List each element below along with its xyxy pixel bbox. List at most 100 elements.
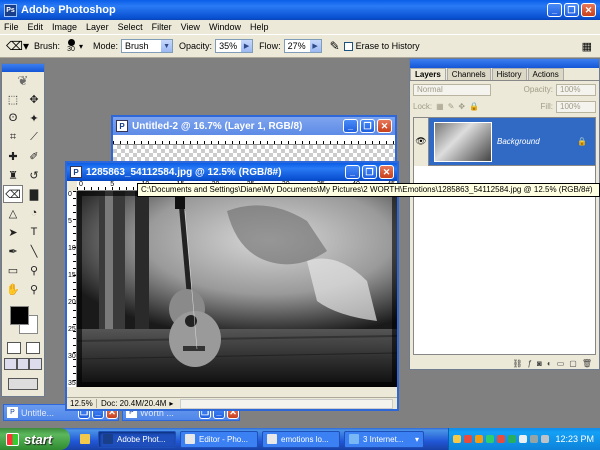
tab-layers[interactable]: Layers [410,68,446,80]
color-swatches[interactable] [4,302,42,336]
layer-opacity-field[interactable]: 100% [556,83,596,96]
eraser-preset-icon[interactable]: ⌫▾ [6,39,29,53]
brush-tool-icon[interactable]: ✐ [24,147,44,165]
eraser-tool-icon[interactable]: ⌫ [3,185,23,203]
lock-move-icon[interactable]: ✥ [458,102,465,111]
menu-window[interactable]: Window [209,22,241,32]
tray-icon[interactable] [530,435,539,443]
line-tool-icon[interactable]: ╲ [24,242,44,260]
quick-launch-icon[interactable] [80,434,90,444]
lock-transparent-icon[interactable]: ▦ [436,102,444,111]
lock-all-icon[interactable]: 🔒 [469,102,479,111]
menu-layer[interactable]: Layer [86,22,109,32]
adjustment-icon[interactable]: ◐ [547,359,552,368]
type-tool-icon[interactable]: T [24,223,44,241]
screen-mode-2-icon[interactable] [16,358,30,370]
doc-restore-button[interactable]: ❐ [362,165,377,179]
chevron-right-icon[interactable]: ▸ [166,399,176,408]
blur-tool-icon[interactable]: △ [3,204,23,222]
quick-mask-icon[interactable] [25,342,40,354]
tab-actions[interactable]: Actions [527,68,564,80]
doc-close-button[interactable]: ✕ [377,119,392,133]
menu-filter[interactable]: Filter [152,22,172,32]
path-select-icon[interactable]: ➤ [3,223,23,241]
taskbar-editor[interactable]: Editor - Pho... [180,430,258,448]
minimize-button[interactable]: _ [547,3,562,17]
slice-tool-icon[interactable]: ⟋ [24,128,44,146]
zoom-tool-icon[interactable]: ⚲ [24,280,44,298]
palette-well-icon[interactable]: ▦ [582,40,592,53]
tray-icon[interactable] [519,435,528,443]
start-button[interactable]: start [0,428,70,450]
photo-canvas[interactable] [77,191,397,387]
close-button[interactable]: ✕ [581,3,596,17]
feather-icon[interactable]: ❦ [2,72,44,90]
airbrush-icon[interactable]: ✎ [330,39,340,53]
taskbar-photoshop[interactable]: Adobe Phot... [98,430,176,448]
erase-history-checkbox[interactable] [343,41,353,51]
app-titlebar[interactable]: Ps Adobe Photoshop _ ❐ ✕ [0,0,600,20]
dodge-tool-icon[interactable]: ◔ [24,204,44,222]
notes-tool-icon[interactable]: ▭ [3,261,23,279]
tray-icon[interactable] [497,435,506,443]
link-icon[interactable]: ⛓ [512,359,522,368]
doc-close-button[interactable]: ✕ [379,165,394,179]
mode-select[interactable]: Brush ▼ [121,39,174,53]
folder-icon[interactable]: ▭ [557,359,565,368]
hand-tool-icon[interactable]: ✋ [3,280,23,298]
menu-select[interactable]: Select [118,22,143,32]
healing-brush-icon[interactable]: ✚ [3,147,23,165]
pen-tool-icon[interactable]: ✒ [3,242,23,260]
menu-edit[interactable]: Edit [28,22,44,32]
lasso-tool-icon[interactable]: ʘ [3,109,23,127]
screen-mode-1-icon[interactable] [4,358,17,370]
panel-grip[interactable] [410,59,599,68]
menu-file[interactable]: File [4,22,19,32]
tab-history[interactable]: History [491,68,527,80]
new-layer-icon[interactable]: ▢ [569,359,577,368]
zoom-level[interactable]: 12.5% [67,399,97,408]
brush-preset-picker[interactable]: 30 [63,39,79,53]
opacity-field[interactable]: 35% ▶ [215,39,254,53]
trash-icon[interactable]: 🗑 [582,359,592,368]
marquee-tool-icon[interactable]: ⬚ [3,90,23,108]
layer-row-background[interactable]: 👁 Background 🔒 [414,117,595,166]
menu-help[interactable]: Help [250,22,269,32]
eye-icon[interactable]: 👁 [414,117,429,166]
toolbox-grip[interactable] [2,64,44,72]
doc-minimize-button[interactable]: _ [343,119,358,133]
tray-icon[interactable] [464,435,473,443]
document-titlebar[interactable]: P 1285863_54112584.jpg @ 12.5% (RGB/8#) … [67,163,397,181]
doc-restore-button[interactable]: ❐ [360,119,375,133]
clock[interactable]: 12:23 PM [555,434,594,444]
crop-tool-icon[interactable]: ⌗ [3,128,23,146]
taskbar-internet[interactable]: 3 Internet... ▾ [344,430,424,448]
tray-icon[interactable] [508,435,517,443]
brush-dropdown-icon[interactable]: ▾ [79,42,83,51]
tray-icon[interactable] [453,435,462,443]
tray-icon[interactable] [486,435,495,443]
standard-mode-icon[interactable] [6,342,21,354]
doc-minimize-button[interactable]: _ [345,165,360,179]
horizontal-scrollbar[interactable] [180,398,393,409]
foreground-color[interactable] [10,306,29,325]
document-titlebar[interactable]: P Untitled-2 @ 16.7% (Layer 1, RGB/8) _ … [113,117,395,135]
flow-field[interactable]: 27% ▶ [283,39,322,53]
clone-stamp-icon[interactable]: ♜ [3,166,23,184]
eyedropper-icon[interactable]: ⚲ [24,261,44,279]
history-brush-icon[interactable]: ↺ [24,166,44,184]
jump-to-imageready-icon[interactable] [8,378,38,390]
blend-mode-select[interactable]: Normal [413,83,491,96]
restore-button[interactable]: ❐ [564,3,579,17]
screen-mode-3-icon[interactable] [29,358,43,370]
document-window-photo[interactable]: P 1285863_54112584.jpg @ 12.5% (RGB/8#) … [65,161,399,411]
magic-wand-icon[interactable]: ✦ [24,109,44,127]
layer-style-icon[interactable]: ƒ [528,359,532,368]
mask-icon[interactable]: ◙ [537,359,542,368]
tab-channels[interactable]: Channels [446,68,491,80]
tray-icon[interactable] [475,435,484,443]
taskbar-emotions[interactable]: emotions lo... [262,430,340,448]
speaker-icon[interactable] [541,435,550,443]
fill-field[interactable]: 100% [556,100,596,113]
menu-image[interactable]: Image [52,22,77,32]
